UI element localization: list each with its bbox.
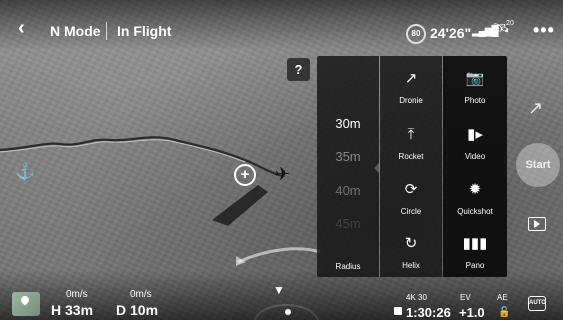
- distance-readout: D 10m: [116, 302, 159, 318]
- flight-mode-label[interactable]: N Mode: [50, 23, 101, 39]
- circle-icon: ⟳: [404, 181, 418, 198]
- horizontal-speed: 0m/s: [66, 289, 88, 300]
- ae-label: AE: [497, 293, 508, 302]
- vertical-speed: 0m/s: [130, 289, 152, 300]
- resolution-label[interactable]: 4K 30: [406, 293, 427, 302]
- camera-mode-video[interactable]: ▮▸ Video: [443, 114, 507, 164]
- help-button[interactable]: ?: [287, 58, 310, 81]
- quickshot-item-label: Circle: [400, 207, 422, 216]
- height-readout: H 33m: [51, 302, 94, 318]
- quickshot-item-helix[interactable]: ↻ Helix: [380, 223, 442, 273]
- record-time-remaining: 1:30:26: [406, 305, 451, 320]
- compass-arrow-icon: ▼: [273, 283, 285, 297]
- target-add-icon[interactable]: +: [234, 164, 256, 186]
- dronie-icon[interactable]: ↗: [528, 98, 543, 119]
- camera-mode-label: Pano: [465, 261, 485, 270]
- quickshot-item-label: Dronie: [399, 96, 423, 105]
- quickshot-item-dronie[interactable]: ↗ Dronie: [380, 58, 442, 108]
- quickshot-item-label: Rocket: [398, 152, 424, 161]
- camera-icon: 📷: [465, 70, 485, 87]
- pano-icon: ▮▮▮: [462, 235, 488, 252]
- flight-status-label: In Flight: [117, 23, 172, 39]
- sd-card-icon: [394, 307, 402, 315]
- radius-option[interactable]: 35m: [317, 149, 379, 164]
- gps-count: 20: [506, 20, 514, 27]
- camera-mode-list: 📷 Photo ▮▸ Video ✹ Quickshot ▮▮▮ Pano: [443, 56, 507, 277]
- drone-icon: ✈: [275, 164, 291, 184]
- camera-mode-label: Video: [464, 152, 486, 161]
- camera-mode-label: Photo: [464, 96, 486, 105]
- map-thumbnail[interactable]: [12, 292, 40, 316]
- radius-option[interactable]: 45m: [317, 216, 379, 231]
- camera-mode-quickshot[interactable]: ✹ Quickshot: [443, 169, 507, 219]
- quickshot-menu: 30m 35m 40m 45m Radius ↗ Dronie ⤒ Rocket…: [317, 56, 507, 277]
- quickshot-item-label: Helix: [402, 261, 420, 270]
- ae-lock-icon[interactable]: 🔓: [498, 307, 510, 318]
- radius-picker[interactable]: 30m 35m 40m 45m Radius: [317, 56, 379, 277]
- radius-option[interactable]: 30m: [317, 116, 379, 131]
- aircraft-position-dot: [285, 309, 291, 315]
- divider: [106, 22, 107, 40]
- camera-mode-label: Quickshot: [457, 207, 493, 216]
- video-icon: ▮▸: [467, 126, 483, 143]
- ev-value[interactable]: +1.0: [459, 305, 485, 320]
- quickshot-item-circle[interactable]: ⟳ Circle: [380, 169, 442, 219]
- camera-mode-pano[interactable]: ▮▮▮ Pano: [443, 223, 507, 273]
- camera-mode-photo[interactable]: 📷 Photo: [443, 58, 507, 108]
- battery-icon[interactable]: 80: [406, 24, 426, 44]
- more-icon[interactable]: •••: [533, 20, 555, 41]
- quickshot-item-rocket[interactable]: ⤒ Rocket: [380, 114, 442, 164]
- radius-option[interactable]: 40m: [317, 183, 379, 198]
- auto-land-icon[interactable]: ⚓: [15, 162, 35, 182]
- ev-label: EV: [460, 293, 471, 302]
- flight-time-remaining: 24'26": [430, 25, 472, 41]
- dronie-icon: ↗: [404, 70, 418, 87]
- quickshot-icon: ✹: [468, 181, 482, 198]
- rocket-icon: ⤒: [407, 126, 415, 143]
- auto-button[interactable]: AUTO: [528, 296, 546, 311]
- top-bar: ‹ N Mode In Flight 80 24'26" ▂▄▆█ 🛰 20 •…: [0, 0, 563, 50]
- quickshot-mode-list: ↗ Dronie ⤒ Rocket ⟳ Circle ↻ Helix: [380, 56, 442, 277]
- helix-icon: ↻: [404, 235, 418, 252]
- start-button[interactable]: Start: [516, 143, 560, 187]
- playback-icon[interactable]: [528, 217, 546, 231]
- chevron-left-icon[interactable]: ‹: [18, 18, 32, 38]
